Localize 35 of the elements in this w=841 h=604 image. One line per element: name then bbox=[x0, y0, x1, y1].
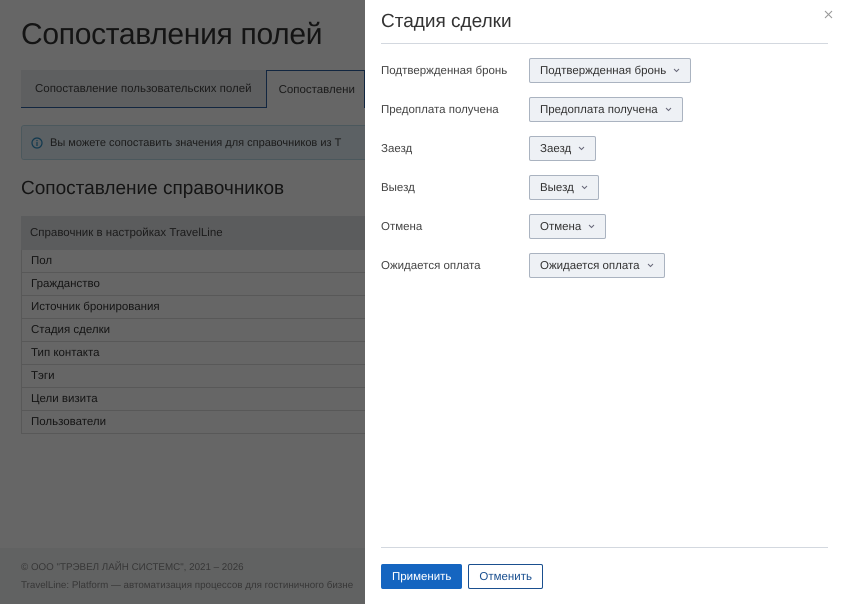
table-cell: Тэги bbox=[21, 365, 365, 388]
dropdown[interactable]: Предоплата получена bbox=[529, 97, 683, 122]
field-label: Предоплата получена bbox=[381, 103, 500, 118]
action-button[interactable]: Отменить bbox=[468, 564, 543, 589]
field-label: Выезд bbox=[381, 181, 416, 196]
table-cell: Источник бронирования bbox=[21, 296, 365, 319]
field-label: Заезд bbox=[381, 142, 414, 157]
field-label: Отмена bbox=[381, 220, 424, 235]
caret-icon bbox=[664, 107, 672, 112]
caret-icon bbox=[646, 263, 654, 268]
dropdown[interactable]: Выезд bbox=[529, 175, 599, 200]
info-text: Вы можете сопоставить значения для справочников из Т bbox=[50, 136, 342, 148]
field-label: Ожидается оплата bbox=[381, 259, 482, 274]
dropdown[interactable]: Отмена bbox=[529, 214, 606, 239]
dropdown[interactable]: Заезд bbox=[529, 136, 596, 161]
info-icon bbox=[31, 136, 43, 148]
table-cell: Пол bbox=[21, 250, 365, 273]
field-label: Подтвержденная бронь bbox=[381, 64, 508, 79]
close-icon[interactable] bbox=[824, 10, 833, 19]
panel-title: Стадия сделки bbox=[381, 0, 828, 44]
table-cell: Стадия сделки bbox=[21, 319, 365, 342]
table-cell: Пользователи bbox=[21, 411, 365, 434]
table-cell: Гражданство bbox=[21, 273, 365, 296]
table-cell: Тип контакта bbox=[21, 342, 365, 365]
column-header: Справочник в настройках TravelLine bbox=[21, 216, 365, 250]
section-title: Сопоставление справочников bbox=[21, 178, 286, 200]
table-cell: Цели визита bbox=[21, 388, 365, 411]
action-button[interactable]: Применить bbox=[381, 564, 462, 589]
caret-icon bbox=[578, 146, 586, 151]
dropdown[interactable]: Подтвержденная бронь bbox=[529, 58, 692, 83]
page-title: Сопоставления полей bbox=[21, 18, 324, 52]
caret-icon bbox=[580, 185, 588, 190]
caret-icon bbox=[588, 224, 596, 229]
dropdown[interactable]: Ожидается оплата bbox=[529, 253, 665, 278]
caret-icon bbox=[673, 68, 680, 73]
